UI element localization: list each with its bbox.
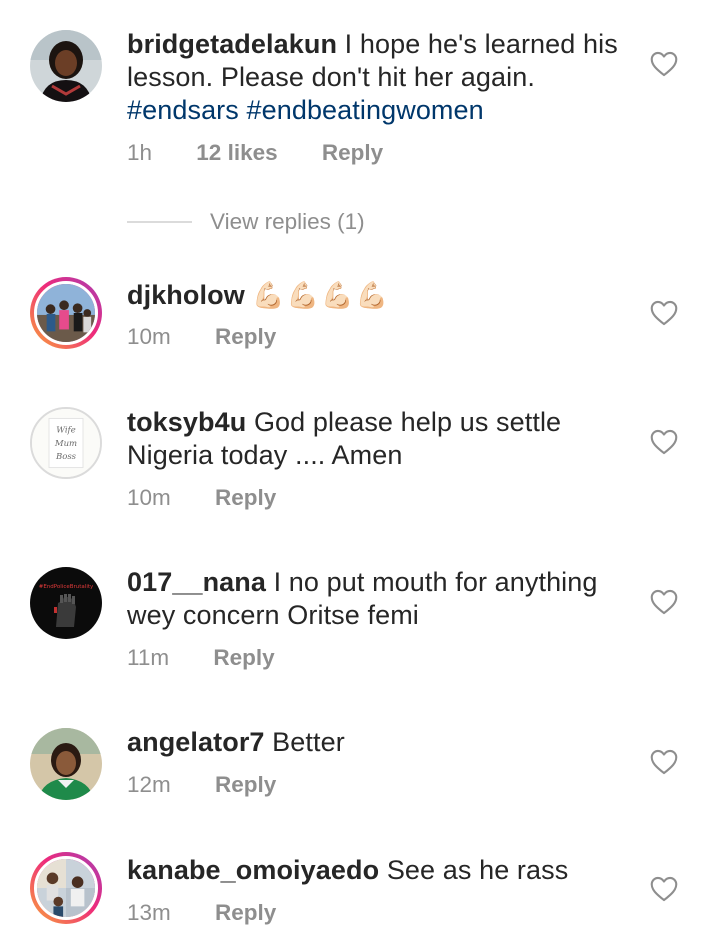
avatar-text: #EndPoliceBrutality	[39, 584, 94, 590]
timestamp: 13m	[127, 900, 171, 925]
view-replies-label: View replies (1)	[210, 209, 365, 234]
heart-outline-icon[interactable]	[650, 589, 678, 615]
comment-body: Better	[272, 727, 345, 757]
comment-text: kanabe_omoiyaedo See as he rass	[127, 854, 627, 887]
username[interactable]: djkholow	[127, 280, 245, 310]
timestamp: 1h	[127, 140, 153, 165]
timestamp: 12m	[127, 772, 171, 797]
comment-text: djkholow 💪🏻💪🏻💪🏻💪🏻	[127, 279, 627, 312]
reply-button[interactable]: Reply	[213, 645, 274, 671]
comment-text: toksyb4u God please help us settle Niger…	[127, 406, 627, 472]
avatar-photo	[37, 859, 95, 917]
avatar-text-line: Mum	[54, 439, 77, 449]
view-replies-button[interactable]: View replies (1)	[127, 205, 365, 239]
comment-meta: 1h 12 likes Reply	[127, 140, 383, 166]
heart-outline-icon[interactable]	[650, 876, 678, 902]
replies-divider	[127, 221, 192, 223]
timestamp: 10m	[127, 324, 171, 349]
avatar[interactable]: #EndPoliceBrutality	[30, 567, 102, 639]
timestamp: 11m	[127, 645, 170, 670]
comment-meta: 13m Reply	[127, 900, 276, 926]
comment-meta: 10m Reply	[127, 485, 276, 511]
likes-count[interactable]: 12 likes	[196, 140, 277, 166]
reply-button[interactable]: Reply	[215, 772, 276, 798]
avatar[interactable]	[30, 728, 102, 800]
comment-text: bridgetadelakun I hope he's learned his …	[127, 28, 627, 127]
avatar-photo	[37, 284, 95, 342]
comment-meta: 12m Reply	[127, 772, 276, 798]
avatar[interactable]	[30, 852, 102, 924]
heart-outline-icon[interactable]	[650, 300, 678, 326]
heart-outline-icon[interactable]	[650, 51, 678, 77]
comment-meta: 11m Reply	[127, 645, 275, 671]
reply-button[interactable]: Reply	[215, 324, 276, 350]
reply-button[interactable]: Reply	[322, 140, 383, 166]
timestamp: 10m	[127, 485, 171, 510]
reply-button[interactable]: Reply	[215, 485, 276, 511]
username[interactable]: 017__nana	[127, 567, 266, 597]
heart-outline-icon[interactable]	[650, 429, 678, 455]
avatar-photo-frame	[34, 856, 98, 920]
avatar[interactable]	[30, 30, 102, 102]
comment-body: See as he rass	[386, 855, 569, 885]
reply-button[interactable]: Reply	[215, 900, 276, 926]
avatar-photo: Wife Mum Boss	[32, 409, 100, 477]
avatar-photo-frame	[34, 281, 98, 345]
avatar[interactable]: Wife Mum Boss	[30, 407, 102, 479]
comment-text: angelator7 Better	[127, 726, 627, 759]
comment-body: 💪🏻💪🏻💪🏻💪🏻	[252, 280, 390, 310]
comment-meta: 10m Reply	[127, 324, 276, 350]
avatar-photo	[30, 728, 102, 800]
hashtag-links[interactable]: #endsars #endbeatingwomen	[127, 95, 484, 125]
avatar-photo	[30, 30, 102, 102]
username[interactable]: toksyb4u	[127, 407, 246, 437]
avatar-text-line: Boss	[55, 452, 77, 462]
heart-outline-icon[interactable]	[650, 749, 678, 775]
avatar[interactable]	[30, 277, 102, 349]
avatar-text-line: Wife	[56, 426, 75, 436]
username[interactable]: angelator7	[127, 727, 265, 757]
comment-text: 017__nana I no put mouth for anything we…	[127, 566, 627, 632]
avatar-photo: #EndPoliceBrutality	[30, 567, 102, 639]
username[interactable]: bridgetadelakun	[127, 29, 337, 59]
username[interactable]: kanabe_omoiyaedo	[127, 855, 379, 885]
